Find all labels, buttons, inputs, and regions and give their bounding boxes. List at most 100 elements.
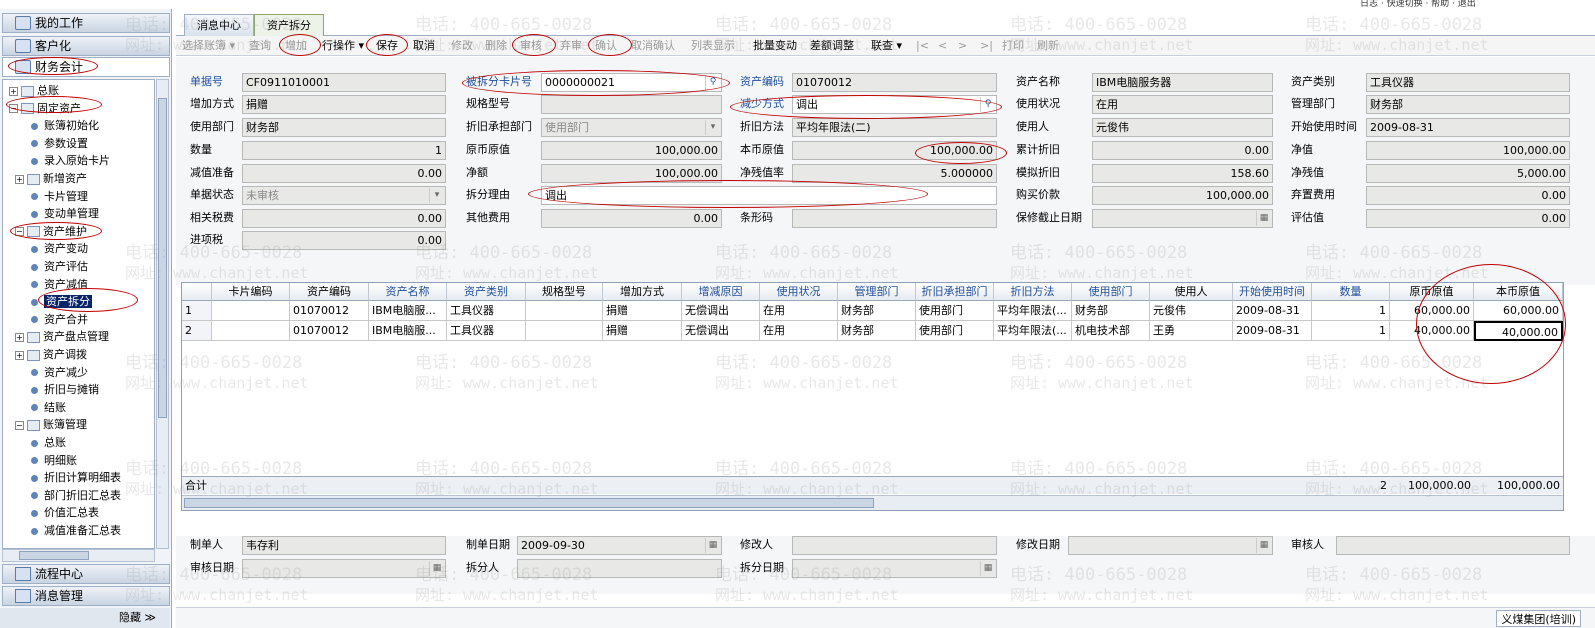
grid-cell[interactable]: 2009-08-31 xyxy=(1233,301,1312,321)
grid-hscroll-thumb[interactable] xyxy=(184,498,874,508)
chevron-down-icon[interactable]: ▾ xyxy=(429,188,444,203)
calendar-icon[interactable]: ▦ xyxy=(980,561,995,576)
grid-cell[interactable]: 无偿调出 xyxy=(682,321,760,341)
toolbar-button[interactable]: 弃审 xyxy=(560,36,582,56)
toolbar-button[interactable]: 批量变动 xyxy=(753,36,797,56)
modifier-field[interactable] xyxy=(792,536,997,555)
audit-date-field[interactable]: ▦ xyxy=(242,559,446,578)
orig-value-field[interactable]: 100,000.00 xyxy=(541,141,722,160)
toolbar-button[interactable]: 保存 xyxy=(376,36,398,56)
purchase-price-field[interactable]: 100,000.00 xyxy=(1092,186,1273,205)
split-card-no-field[interactable]: 0000000021 ⚲ xyxy=(541,73,722,92)
tree-node[interactable]: 资产拆分 xyxy=(31,293,92,310)
qty-field[interactable]: 1 xyxy=(242,141,446,160)
asset-type-field[interactable]: 工具仪器 xyxy=(1366,73,1570,92)
tree-node[interactable]: 明细账 xyxy=(31,452,77,469)
grid-cell[interactable]: 01070012 xyxy=(290,321,369,341)
grid-header-cell[interactable]: 卡片编码 xyxy=(212,283,290,301)
asset-name-field[interactable]: IBM电脑服务器 xyxy=(1092,73,1273,92)
salvage-rate-field[interactable]: 5.000000 xyxy=(792,164,997,183)
tree-node[interactable]: 折旧与摊销 xyxy=(31,381,99,398)
calendar-icon[interactable]: ▦ xyxy=(705,538,720,553)
tree-node[interactable]: 结账 xyxy=(31,399,66,416)
toolbar-button[interactable]: 取消确认 xyxy=(631,36,675,56)
toolbar-button[interactable]: >| xyxy=(980,36,993,56)
grid-cell[interactable]: 60,000.00 xyxy=(1474,301,1563,321)
toolbar-button[interactable]: 打印 xyxy=(1002,36,1024,56)
toolbar-button[interactable]: 取消 xyxy=(413,36,435,56)
toolbar-button[interactable]: 差额调整 xyxy=(810,36,854,56)
use-status-field[interactable]: 在用 xyxy=(1092,95,1273,114)
dep-method-field[interactable]: 平均年限法(二) xyxy=(792,118,997,137)
hide-sidebar-button[interactable]: 隐藏 ≫ xyxy=(0,608,170,628)
appraisal-field[interactable]: 0.00 xyxy=(1366,209,1570,228)
top-shortcuts[interactable]: 日志 · 快速切换 · 帮助 · 退出 xyxy=(1360,0,1595,9)
grid-header-cell[interactable]: 管理部门 xyxy=(838,283,916,301)
grid-header-cell[interactable]: 原币原值 xyxy=(1390,283,1474,301)
use-dept-field[interactable]: 财务部 xyxy=(242,118,446,137)
net-value-field[interactable]: 100,000.00 xyxy=(1366,141,1570,160)
grid-cell[interactable]: 元俊伟 xyxy=(1150,301,1233,321)
search-icon[interactable]: ⚲ xyxy=(705,75,720,90)
tree-toggle-icon[interactable]: + xyxy=(9,86,18,96)
tree-vscroll-thumb[interactable] xyxy=(158,98,167,418)
grid-cell[interactable] xyxy=(526,301,603,321)
tab-asset-split[interactable]: 资产拆分 xyxy=(254,14,324,36)
add-method-field[interactable]: 捐赠 xyxy=(242,95,446,114)
tree-toggle-icon[interactable]: + xyxy=(15,332,24,342)
toolbar-button[interactable]: 列表显示 xyxy=(691,36,735,56)
calendar-icon[interactable]: ▦ xyxy=(429,561,444,576)
mgmt-dept-field[interactable]: 财务部 xyxy=(1366,95,1570,114)
grid-cell[interactable]: 01070012 xyxy=(290,301,369,321)
nav-crm[interactable]: 客户化 xyxy=(2,36,170,56)
grid-cell[interactable]: 财务部 xyxy=(838,301,916,321)
toolbar-button[interactable]: |< xyxy=(916,36,929,56)
splitter-field[interactable] xyxy=(517,559,722,578)
make-date-field[interactable]: 2009-09-30 ▦ xyxy=(517,536,722,555)
grid-cell[interactable]: 60,000.00 xyxy=(1390,301,1474,321)
tree-node[interactable]: + 总账 xyxy=(9,82,59,99)
tree-node[interactable]: − 资产维护 xyxy=(15,223,87,240)
nav-finance[interactable]: 财务会计 xyxy=(2,57,170,77)
tree-toggle-icon[interactable]: − xyxy=(9,104,18,114)
tree-node[interactable]: 变动单管理 xyxy=(31,205,99,222)
chevron-down-icon[interactable]: ▾ xyxy=(705,120,720,135)
grid-cell[interactable] xyxy=(212,301,290,321)
doc-status-field[interactable]: 未审核 ▾ xyxy=(242,186,446,205)
grid-header-cell[interactable] xyxy=(182,283,212,301)
grid-cell[interactable]: 1 xyxy=(1312,301,1390,321)
toolbar-button[interactable]: 联查 ▾ xyxy=(871,36,902,56)
grid-header-cell[interactable]: 规格型号 xyxy=(526,283,603,301)
tree-node[interactable]: 参数设置 xyxy=(31,135,88,152)
toolbar-button[interactable]: 查询 xyxy=(249,36,271,56)
sim-dep-field[interactable]: 158.60 xyxy=(1092,164,1273,183)
grid-header-cell[interactable]: 资产名称 xyxy=(369,283,447,301)
tree-node[interactable]: 折旧计算明细表 xyxy=(31,469,121,486)
tab-message-center[interactable]: 消息中心 xyxy=(184,14,254,36)
grid-cell[interactable] xyxy=(212,321,290,341)
tree-node[interactable]: − 账簿管理 xyxy=(15,416,87,433)
grid-header-cell[interactable]: 折旧方法 xyxy=(994,283,1072,301)
salvage-field[interactable]: 5,000.00 xyxy=(1366,164,1570,183)
tree-node[interactable]: 价值汇总表 xyxy=(31,504,99,521)
other-fee-field[interactable]: 0.00 xyxy=(541,209,722,228)
tree-node[interactable]: − 固定资产 xyxy=(9,100,81,117)
tree-vscrollbar[interactable] xyxy=(156,79,169,549)
auditor-field[interactable] xyxy=(1336,536,1570,555)
doc-no-field[interactable]: CF0911010001 xyxy=(242,73,446,92)
toolbar-button[interactable]: 刷新 xyxy=(1037,36,1059,56)
grid-header-cell[interactable]: 数量 xyxy=(1312,283,1390,301)
impair-field[interactable]: 0.00 xyxy=(242,164,446,183)
maker-field[interactable]: 韦存利 xyxy=(242,536,446,555)
grid-cell[interactable]: 无偿调出 xyxy=(682,301,760,321)
grid-cell[interactable]: 平均年限法(... xyxy=(994,321,1072,341)
grid-header-cell[interactable]: 使用人 xyxy=(1150,283,1233,301)
toolbar-button[interactable]: 增加 xyxy=(285,36,307,56)
grid-cell[interactable]: 财务部 xyxy=(838,321,916,341)
grid-header-cell[interactable]: 本币原值 xyxy=(1474,283,1563,301)
grid-header-cell[interactable]: 开始使用时间 xyxy=(1233,283,1312,301)
grid-cell[interactable] xyxy=(526,321,603,341)
toolbar-button[interactable]: 确认 xyxy=(595,36,617,56)
grid-hscrollbar[interactable] xyxy=(182,495,1563,510)
grid-header-cell[interactable]: 使用状况 xyxy=(760,283,838,301)
